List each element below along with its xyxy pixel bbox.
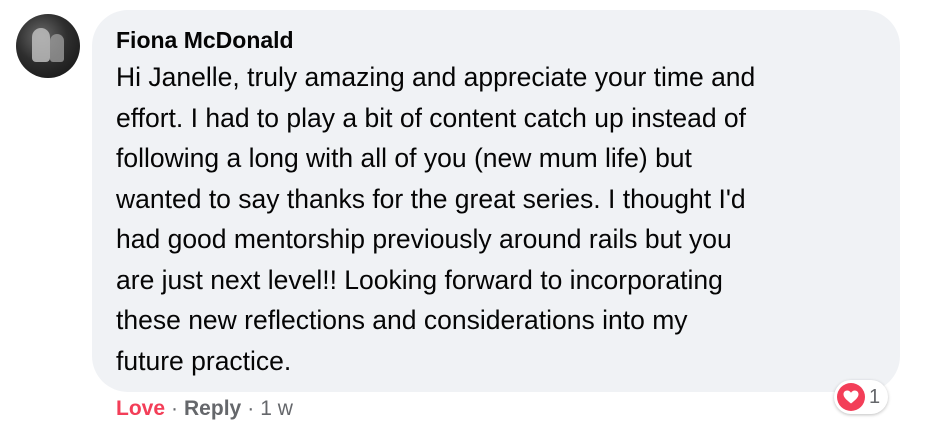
separator: · bbox=[171, 397, 179, 420]
comment-line: Hi Janelle, truly amazing and appreciate… bbox=[116, 62, 756, 92]
reaction-count: 1 bbox=[869, 385, 881, 408]
comment-line: wanted to say thanks for the great serie… bbox=[116, 183, 746, 214]
comment-author[interactable]: Fiona McDonald bbox=[116, 25, 876, 55]
love-button[interactable]: Love bbox=[116, 397, 165, 421]
comment-line: had good mentorship previously around ra… bbox=[116, 224, 732, 254]
heart-icon bbox=[837, 383, 865, 411]
comment-line: following a long with all of you (new mu… bbox=[116, 143, 692, 173]
comment-line: are just next level!! Looking forward to… bbox=[116, 264, 723, 295]
avatar[interactable] bbox=[16, 14, 80, 78]
comment: Fiona McDonald Hi Janelle, truly amazing… bbox=[0, 0, 928, 430]
timestamp[interactable]: 1 w bbox=[260, 397, 293, 421]
avatar-figure bbox=[50, 34, 64, 62]
comment-line: future practice. bbox=[116, 345, 292, 376]
comment-line: these new reflections and considerations… bbox=[116, 305, 688, 335]
reply-button[interactable]: Reply bbox=[184, 397, 241, 421]
separator: · bbox=[247, 397, 255, 420]
comment-text: Hi Janelle, truly amazing and appreciate… bbox=[116, 57, 876, 381]
reaction-summary[interactable]: 1 bbox=[834, 380, 889, 414]
comment-line: effort. I had to play a bit of content c… bbox=[116, 102, 747, 133]
avatar-figure bbox=[32, 28, 50, 62]
comment-actions: Love · Reply · 1 w bbox=[116, 397, 293, 421]
comment-bubble: Fiona McDonald Hi Janelle, truly amazing… bbox=[92, 10, 900, 392]
